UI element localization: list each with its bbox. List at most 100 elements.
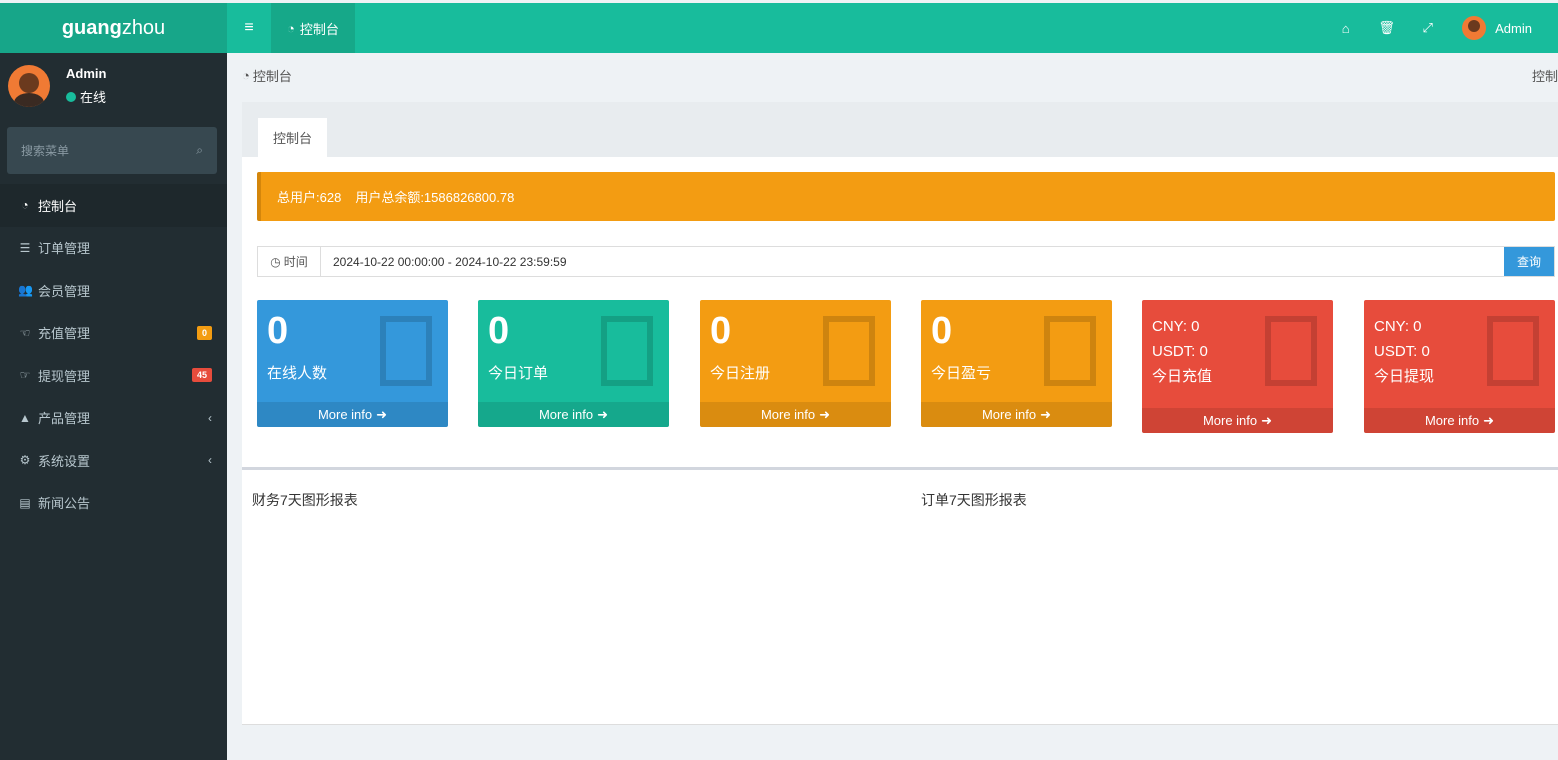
sidebar-item-withdraw[interactable]: ☞ 提现管理 45: [0, 354, 227, 397]
clock-icon: ◷: [270, 254, 281, 269]
tab-label: 控制台: [299, 21, 339, 37]
dashboard-panel: 控制台 总用户:628 用户总余额:1586826800.78 ◷ 时间 202…: [242, 102, 1558, 725]
newspaper-icon: ▤: [19, 495, 31, 510]
breadcrumb-label: 控制台: [252, 69, 292, 84]
hand-left-icon: ☞: [19, 368, 31, 383]
stat-box-online: 0 在线人数 More info ➜: [257, 300, 448, 427]
users-icon: 👥: [18, 283, 33, 298]
arrow-circle-right-icon: ➜: [1040, 406, 1052, 422]
user-plus-icon: [823, 316, 875, 386]
total-users: 总用户:628: [277, 190, 342, 205]
order-chart-title: 订单7天图形报表: [921, 492, 1027, 508]
sidebar-item-settings[interactable]: ⚙ 系统设置 ‹: [0, 439, 227, 482]
chevron-left-icon: ‹: [208, 410, 212, 425]
bars-icon: ≡: [244, 19, 254, 36]
money-icon: [1487, 316, 1539, 386]
sidebar-item-label: 提现管理: [38, 368, 91, 384]
sidebar-item-label: 系统设置: [38, 453, 91, 469]
search-placeholder: 搜索菜单: [21, 144, 70, 158]
sidebar-toggle-button[interactable]: ≡: [227, 3, 271, 53]
expand-icon[interactable]: ⤢: [1407, 3, 1448, 53]
stat-box-recharge: CNY: 0 USDT: 0 今日充值 More info ➜: [1142, 300, 1333, 433]
date-range-input[interactable]: 2024-10-22 00:00:00 - 2024-10-22 23:59:5…: [321, 247, 1504, 276]
more-info-label: More info: [317, 407, 373, 422]
more-info-label: More info: [538, 407, 594, 422]
more-info-link[interactable]: More info ➜: [1142, 408, 1333, 433]
sidebar: Admin 在线 搜索菜单 ⌕ ◔ 控制台 ☰ 订单管理 👥 会员管理 ☜ 充值…: [0, 53, 227, 760]
more-info-link[interactable]: More info ➜: [478, 402, 669, 427]
search-input[interactable]: 搜索菜单 ⌕: [7, 127, 217, 174]
sidebar-item-label: 订单管理: [38, 241, 91, 257]
count-badge: 0: [196, 325, 212, 340]
search-icon[interactable]: ⌕: [196, 143, 203, 158]
breadcrumb-right: 控制: [1531, 69, 1558, 84]
sidebar-item-label: 产品管理: [38, 411, 91, 427]
arrow-circle-right-icon: ➜: [1261, 412, 1273, 428]
shopping-bag-icon: ▲: [19, 410, 31, 425]
sidebar-item-label: 充值管理: [38, 326, 91, 342]
more-info-label: More info: [760, 407, 816, 422]
sidebar-item-members[interactable]: 👥 会员管理: [0, 269, 227, 312]
more-info-link[interactable]: More info ➜: [1364, 408, 1555, 433]
money-icon: [1265, 316, 1317, 386]
query-button[interactable]: 查询: [1504, 247, 1554, 276]
count-badge: 45: [191, 368, 212, 383]
stat-box-profit: 0 今日盈亏 More info ➜: [921, 300, 1112, 427]
chevron-left-icon: ‹: [208, 453, 212, 468]
status-badge: 在线: [66, 87, 106, 106]
more-info-link[interactable]: More info ➜: [921, 402, 1112, 427]
stat-box-registrations: 0 今日注册 More info ➜: [700, 300, 891, 427]
top-right-nav: ⌂ 🗑 ⤢ Admin: [1325, 3, 1558, 53]
sidebar-item-label: 新闻公告: [38, 496, 91, 512]
avatar: [1462, 16, 1487, 40]
arrow-circle-right-icon: ➜: [597, 406, 609, 422]
user-panel: Admin 在线: [0, 53, 227, 119]
more-info-label: More info: [1424, 413, 1480, 428]
sidebar-menu: ◔ 控制台 ☰ 订单管理 👥 会员管理 ☜ 充值管理 0 ☞ 提现管理 45 ▲…: [0, 184, 227, 524]
more-info-link[interactable]: More info ➜: [700, 402, 891, 427]
brand-bold: guang: [61, 16, 122, 39]
user-name: Admin: [66, 66, 107, 81]
dashboard-icon: ◔: [21, 198, 29, 213]
user-name: Admin: [1495, 20, 1532, 36]
cart-icon: [601, 316, 653, 386]
arrow-circle-right-icon: ➜: [819, 406, 831, 422]
trash-icon[interactable]: 🗑: [1366, 3, 1407, 53]
sidebar-item-news[interactable]: ▤ 新闻公告: [0, 482, 227, 525]
home-icon[interactable]: ⌂: [1325, 3, 1366, 53]
date-addon: ◷ 时间: [258, 247, 321, 276]
dashboard-icon: ◔: [287, 20, 295, 36]
finance-chart-title: 财务7天图形报表: [252, 492, 358, 508]
avatar: [8, 65, 50, 107]
sidebar-item-products[interactable]: ▲ 产品管理 ‹: [0, 397, 227, 440]
user-menu[interactable]: Admin: [1448, 16, 1558, 40]
sidebar-item-orders[interactable]: ☰ 订单管理: [0, 227, 227, 270]
top-navbar: guang zhou ≡ ◔ 控制台 ⌂ 🗑 ⤢ Admin: [0, 3, 1558, 53]
more-info-label: More info: [981, 407, 1037, 422]
stat-box-withdraw: CNY: 0 USDT: 0 今日提现 More info ➜: [1364, 300, 1555, 433]
online-dot-icon: [66, 91, 76, 102]
breadcrumb: ◔ 控制台 控制: [242, 66, 1558, 85]
list-icon: ☰: [19, 240, 31, 255]
date-addon-label: 时间: [283, 255, 308, 269]
sidebar-item-dashboard[interactable]: ◔ 控制台: [0, 184, 227, 227]
panel-tabs: 控制台: [242, 102, 1558, 157]
more-info-link[interactable]: More info ➜: [257, 402, 448, 427]
date-range-filter: ◷ 时间 2024-10-22 00:00:00 - 2024-10-22 23…: [257, 246, 1555, 277]
sidebar-item-recharge[interactable]: ☜ 充值管理 0: [0, 312, 227, 355]
status-text: 在线: [80, 90, 107, 105]
sidebar-item-label: 控制台: [38, 198, 78, 214]
chart-icon: [1044, 316, 1096, 386]
hand-icon: ☜: [19, 325, 31, 340]
dashboard-icon: ◔: [242, 68, 250, 83]
arrow-circle-right-icon: ➜: [1483, 412, 1495, 428]
sidebar-item-label: 会员管理: [38, 283, 91, 299]
brand-logo[interactable]: guang zhou: [0, 3, 227, 53]
cogs-icon: ⚙: [19, 453, 31, 468]
tab-dashboard[interactable]: ◔ 控制台: [271, 3, 355, 53]
tab-dashboard[interactable]: 控制台: [258, 118, 328, 157]
stat-box-orders: 0 今日订单 More info ➜: [478, 300, 669, 427]
more-info-label: More info: [1202, 413, 1258, 428]
arrow-circle-right-icon: ➜: [376, 406, 388, 422]
stat-boxes: 0 在线人数 More info ➜ 0 今日订单 More info ➜ 0 今日…: [257, 300, 1555, 440]
